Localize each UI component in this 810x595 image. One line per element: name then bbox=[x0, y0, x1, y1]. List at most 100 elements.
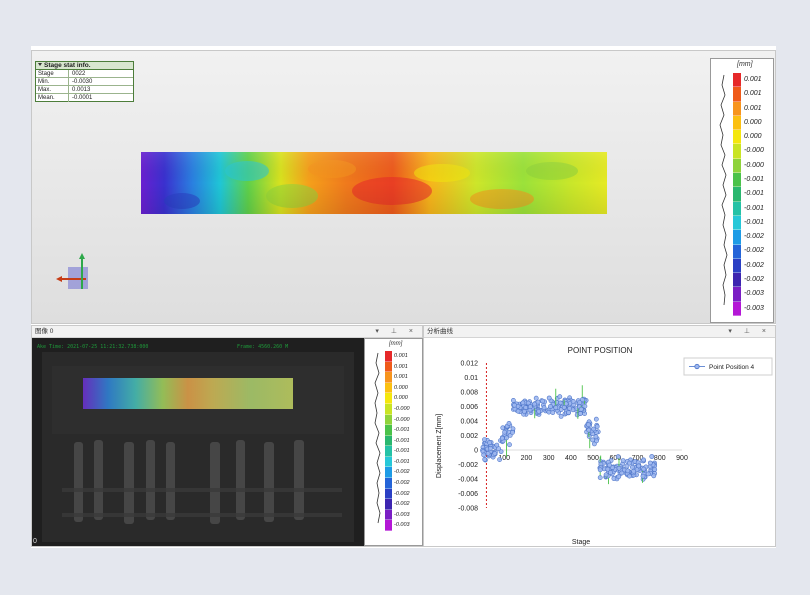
x-tick-label: 200 bbox=[521, 455, 533, 462]
data-point bbox=[640, 473, 646, 479]
legend-color-cell bbox=[733, 287, 741, 302]
legend-color-cell bbox=[385, 425, 392, 436]
legend-color-cell bbox=[733, 115, 741, 131]
data-point bbox=[597, 475, 603, 480]
data-point bbox=[586, 427, 592, 433]
legend-color-bar bbox=[733, 73, 741, 316]
camera-background bbox=[32, 338, 364, 546]
data-point bbox=[585, 422, 591, 428]
legend-value-label: -0.000 bbox=[744, 161, 764, 169]
y-tick-label: 0 bbox=[474, 448, 478, 455]
legend-color-cell bbox=[385, 488, 392, 500]
legend-color-cell bbox=[385, 435, 392, 447]
data-point bbox=[593, 434, 599, 440]
data-point bbox=[616, 474, 622, 479]
legend-color-cell bbox=[385, 393, 392, 404]
legend-color-cell bbox=[385, 446, 392, 457]
image-index-label: 0 bbox=[33, 538, 37, 545]
y-tick-label: 0.008 bbox=[460, 390, 478, 397]
data-point bbox=[594, 438, 599, 444]
app-window: Stage stat info. Stage 0022 Min. -0.0030 M… bbox=[31, 46, 776, 548]
camera-image[interactable]: Ake Time: 2021-07-25 11:21:32.738:000 Fr… bbox=[32, 338, 364, 546]
data-point bbox=[590, 437, 595, 443]
legend-color-cell bbox=[733, 87, 741, 102]
data-point bbox=[593, 416, 599, 422]
curve-pane-title: 分析曲线 bbox=[427, 328, 453, 335]
pane-window-controls[interactable]: ▾ ⊥ × bbox=[728, 326, 771, 338]
x-tick-label: 900 bbox=[676, 455, 688, 462]
legend-marker bbox=[694, 363, 700, 370]
data-point bbox=[485, 451, 491, 456]
legend-value-label: -0.003 bbox=[394, 511, 410, 518]
legend-color-cell bbox=[733, 258, 741, 274]
chart-title: POINT POSITION bbox=[568, 346, 633, 355]
data-point bbox=[492, 451, 498, 456]
data-point bbox=[533, 395, 539, 401]
legend-unit-small: [mm] bbox=[389, 341, 403, 347]
legend-color-cell bbox=[733, 158, 741, 174]
data-point bbox=[523, 405, 529, 410]
collapse-triangle-icon[interactable] bbox=[38, 63, 42, 66]
data-point bbox=[553, 405, 559, 411]
legend-color-cell bbox=[385, 382, 392, 394]
pane-window-controls[interactable]: ▾ ⊥ × bbox=[375, 326, 418, 338]
legend-value-label: 0.001 bbox=[744, 90, 762, 98]
data-point bbox=[561, 405, 567, 410]
data-point bbox=[557, 394, 563, 400]
x-axis-label: Stage bbox=[572, 539, 590, 546]
data-point bbox=[541, 405, 547, 411]
y-tick-label: 0.01 bbox=[464, 375, 478, 382]
data-point bbox=[620, 458, 626, 463]
data-point bbox=[546, 395, 552, 401]
legend-value-label: -0.001 bbox=[394, 448, 410, 455]
legend-value-label: -0.000 bbox=[394, 405, 410, 412]
legend-color-cell bbox=[733, 130, 741, 145]
legend-value-label: -0.002 bbox=[744, 276, 764, 284]
data-point bbox=[605, 466, 611, 472]
data-point bbox=[532, 401, 537, 407]
image-pane-header: 图像 0 ▾ ⊥ × bbox=[32, 326, 422, 338]
data-point bbox=[525, 400, 531, 406]
data-point bbox=[627, 473, 632, 479]
legend-value-label: -0.003 bbox=[744, 304, 764, 312]
x-tick-label: 400 bbox=[565, 455, 577, 462]
data-point bbox=[567, 405, 572, 411]
legend-value-label: -0.000 bbox=[744, 147, 764, 155]
data-point bbox=[507, 442, 512, 448]
data-point bbox=[636, 463, 641, 469]
y-tick-label: -0.008 bbox=[458, 506, 478, 513]
legend-value-label: 0.001 bbox=[394, 374, 408, 381]
data-point bbox=[591, 426, 596, 432]
contour-3d-view[interactable]: Stage stat info. Stage 0022 Min. -0.0030 M… bbox=[31, 50, 776, 324]
chart-axes: 0.012 0.01 0.008 0.006 0.004 0.002 0 -0.002 -0.0… bbox=[458, 361, 688, 513]
stat-box-title[interactable]: Stage stat info. bbox=[36, 62, 133, 70]
point-position-chart[interactable]: POINT POSITION 0.0120.010.0080.0060.0040… bbox=[424, 338, 777, 547]
data-point bbox=[649, 454, 655, 459]
legend-value-label: -0.001 bbox=[744, 176, 764, 183]
legend-color-cell bbox=[385, 361, 392, 373]
data-point bbox=[499, 435, 505, 441]
legend-color-cell bbox=[385, 520, 392, 531]
legend-color-cell bbox=[733, 201, 741, 216]
data-point bbox=[494, 442, 500, 448]
y-axis-label: Displacement Z[mm] bbox=[436, 414, 443, 478]
legend-value-label: 0.000 bbox=[744, 133, 762, 141]
data-point bbox=[603, 472, 609, 478]
data-point bbox=[510, 430, 515, 435]
legend-color-cell bbox=[733, 215, 741, 231]
legend-histogram-trace bbox=[719, 74, 728, 306]
frame-overlay: Frame: 4560.260 M bbox=[237, 344, 289, 350]
legend-color-cell bbox=[733, 273, 741, 288]
legend-color-cell bbox=[733, 73, 741, 88]
axis-gizmo-icon[interactable] bbox=[54, 249, 114, 299]
legend-color-cell bbox=[733, 101, 741, 116]
legend-value-label: 0.001 bbox=[394, 352, 408, 359]
image-pane-title: 图像 0 bbox=[35, 328, 54, 335]
data-point bbox=[641, 457, 646, 463]
legend-value-label: -0.001 bbox=[744, 190, 764, 198]
legend-value-label: -0.001 bbox=[394, 427, 410, 434]
data-point bbox=[577, 400, 583, 405]
legend-color-cell bbox=[733, 230, 741, 245]
chart-legend[interactable]: Point Position 4 bbox=[683, 357, 773, 376]
y-tick-label: -0.006 bbox=[458, 491, 478, 498]
